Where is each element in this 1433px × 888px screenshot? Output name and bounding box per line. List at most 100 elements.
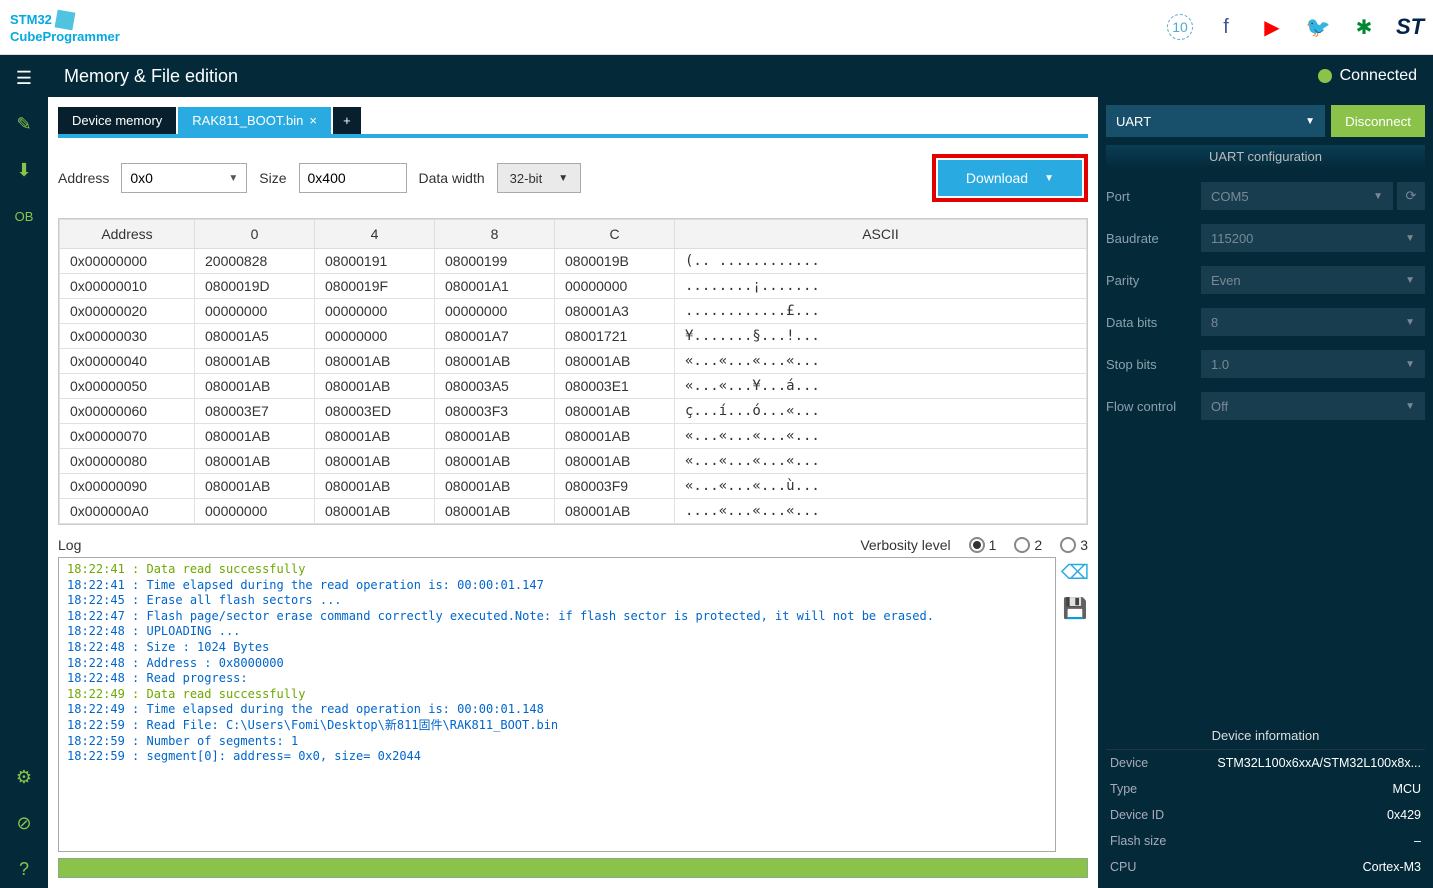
save-log-icon[interactable]: 💾 bbox=[1062, 595, 1088, 621]
verbosity-2[interactable]: 2 bbox=[1014, 537, 1042, 553]
cell-cc[interactable]: 080001AB bbox=[555, 449, 675, 474]
stopbits-select[interactable]: 1.0▼ bbox=[1201, 350, 1425, 378]
twitter-icon[interactable]: 🐦 bbox=[1305, 14, 1331, 40]
cell-c4[interactable]: 080001AB bbox=[315, 424, 435, 449]
databits-select[interactable]: 8▼ bbox=[1201, 308, 1425, 336]
flowcontrol-select[interactable]: Off▼ bbox=[1201, 392, 1425, 420]
tab-device-memory[interactable]: Device memory bbox=[58, 107, 176, 134]
address-input[interactable]: ▼ bbox=[121, 163, 247, 193]
settings-icon[interactable]: ⚙ bbox=[5, 758, 43, 796]
cell-addr[interactable]: 0x00000040 bbox=[60, 349, 195, 374]
cell-c8[interactable]: 080001A1 bbox=[435, 274, 555, 299]
cell-cc[interactable]: 080003E1 bbox=[555, 374, 675, 399]
cell-c0[interactable]: 080001AB bbox=[195, 374, 315, 399]
clear-log-icon[interactable]: ⌫ bbox=[1062, 559, 1088, 585]
verbosity-3[interactable]: 3 bbox=[1060, 537, 1088, 553]
cell-c8[interactable]: 080001AB bbox=[435, 449, 555, 474]
cell-c8[interactable]: 080001AB bbox=[435, 474, 555, 499]
table-row[interactable]: 0x00000070080001AB080001AB080001AB080001… bbox=[60, 424, 1087, 449]
table-row[interactable]: 0x00000060080003E7080003ED080003F3080001… bbox=[60, 399, 1087, 424]
datawidth-select[interactable]: 32-bit ▼ bbox=[497, 163, 581, 193]
refresh-icon[interactable]: ⟳ bbox=[1397, 182, 1425, 210]
cell-c4[interactable]: 080001AB bbox=[315, 349, 435, 374]
cell-ascii[interactable]: ç...í...ó...«... bbox=[675, 399, 1087, 424]
share-icon[interactable]: ✱ bbox=[1351, 14, 1377, 40]
edit-icon[interactable]: ✎ bbox=[5, 105, 43, 143]
cell-c8[interactable]: 080001A7 bbox=[435, 324, 555, 349]
cell-c4[interactable]: 080001AB bbox=[315, 499, 435, 524]
cell-c0[interactable]: 080001AB bbox=[195, 449, 315, 474]
download-button[interactable]: Download ▼ bbox=[938, 160, 1082, 196]
cell-c0[interactable]: 20000828 bbox=[195, 249, 315, 274]
cell-c4[interactable]: 00000000 bbox=[315, 299, 435, 324]
size-field[interactable] bbox=[308, 164, 398, 192]
cell-c0[interactable]: 080003E7 bbox=[195, 399, 315, 424]
cell-c8[interactable]: 00000000 bbox=[435, 299, 555, 324]
cell-cc[interactable]: 080001AB bbox=[555, 399, 675, 424]
table-row[interactable]: 0x000000A000000000080001AB080001AB080001… bbox=[60, 499, 1087, 524]
facebook-icon[interactable]: f bbox=[1213, 14, 1239, 40]
cell-c8[interactable]: 080003F3 bbox=[435, 399, 555, 424]
cell-ascii[interactable]: «...«...«...ù... bbox=[675, 474, 1087, 499]
cell-c8[interactable]: 08000199 bbox=[435, 249, 555, 274]
cell-ascii[interactable]: «...«...«...«... bbox=[675, 349, 1087, 374]
table-row[interactable]: 0x00000020000000000000000000000000080001… bbox=[60, 299, 1087, 324]
memory-table[interactable]: Address 0 4 8 C ASCII 0x0000000020000828… bbox=[58, 218, 1088, 525]
help-icon[interactable]: ? bbox=[5, 850, 43, 888]
cell-c0[interactable]: 0800019D bbox=[195, 274, 315, 299]
cell-cc[interactable]: 0800019B bbox=[555, 249, 675, 274]
address-field[interactable] bbox=[130, 164, 220, 192]
table-row[interactable]: 0x00000030080001A500000000080001A7080017… bbox=[60, 324, 1087, 349]
anniversary-icon[interactable]: 10 bbox=[1167, 14, 1193, 40]
cell-addr[interactable]: 0x00000010 bbox=[60, 274, 195, 299]
table-row[interactable]: 0x00000000200008280800019108000199080001… bbox=[60, 249, 1087, 274]
cell-cc[interactable]: 080001AB bbox=[555, 424, 675, 449]
option-bytes-icon[interactable]: OB bbox=[5, 197, 43, 235]
table-row[interactable]: 0x00000050080001AB080001AB080003A5080003… bbox=[60, 374, 1087, 399]
cell-cc[interactable]: 080003F9 bbox=[555, 474, 675, 499]
cell-addr[interactable]: 0x00000090 bbox=[60, 474, 195, 499]
cell-addr[interactable]: 0x00000030 bbox=[60, 324, 195, 349]
cell-c4[interactable]: 080001AB bbox=[315, 449, 435, 474]
cell-c4[interactable]: 080003ED bbox=[315, 399, 435, 424]
cell-addr[interactable]: 0x000000A0 bbox=[60, 499, 195, 524]
cell-addr[interactable]: 0x00000080 bbox=[60, 449, 195, 474]
log-output[interactable]: 18:22:41 : Data read successfully18:22:4… bbox=[58, 557, 1056, 852]
chevron-down-icon[interactable]: ▼ bbox=[558, 173, 568, 184]
cell-addr[interactable]: 0x00000060 bbox=[60, 399, 195, 424]
connection-type-select[interactable]: UART▼ bbox=[1106, 105, 1325, 137]
disconnect-button[interactable]: Disconnect bbox=[1331, 105, 1425, 137]
cell-ascii[interactable]: (.. ............ bbox=[675, 249, 1087, 274]
port-select[interactable]: COM5▼ bbox=[1201, 182, 1393, 210]
youtube-icon[interactable]: ▶ bbox=[1259, 14, 1285, 40]
cell-c4[interactable]: 0800019F bbox=[315, 274, 435, 299]
verbosity-1[interactable]: 1 bbox=[969, 537, 997, 553]
download-icon[interactable]: ⬇ bbox=[5, 151, 43, 189]
cell-ascii[interactable]: ........¡....... bbox=[675, 274, 1087, 299]
cell-c4[interactable]: 080001AB bbox=[315, 374, 435, 399]
cell-ascii[interactable]: «...«...¥...á... bbox=[675, 374, 1087, 399]
erase-icon[interactable]: ⊘ bbox=[5, 804, 43, 842]
cell-c4[interactable]: 08000191 bbox=[315, 249, 435, 274]
table-row[interactable]: 0x000000100800019D0800019F080001A1000000… bbox=[60, 274, 1087, 299]
cell-cc[interactable]: 08001721 bbox=[555, 324, 675, 349]
cell-cc[interactable]: 00000000 bbox=[555, 274, 675, 299]
cell-addr[interactable]: 0x00000000 bbox=[60, 249, 195, 274]
cell-addr[interactable]: 0x00000020 bbox=[60, 299, 195, 324]
cell-addr[interactable]: 0x00000070 bbox=[60, 424, 195, 449]
parity-select[interactable]: Even▼ bbox=[1201, 266, 1425, 294]
tab-rak811-boot[interactable]: RAK811_BOOT.bin× bbox=[178, 107, 331, 134]
tab-add-button[interactable]: + bbox=[333, 107, 361, 134]
cell-c4[interactable]: 00000000 bbox=[315, 324, 435, 349]
cell-c0[interactable]: 00000000 bbox=[195, 499, 315, 524]
cell-c0[interactable]: 00000000 bbox=[195, 299, 315, 324]
cell-c8[interactable]: 080003A5 bbox=[435, 374, 555, 399]
close-icon[interactable]: × bbox=[309, 113, 317, 128]
cell-c0[interactable]: 080001AB bbox=[195, 349, 315, 374]
table-row[interactable]: 0x00000080080001AB080001AB080001AB080001… bbox=[60, 449, 1087, 474]
cell-cc[interactable]: 080001AB bbox=[555, 349, 675, 374]
cell-c4[interactable]: 080001AB bbox=[315, 474, 435, 499]
chevron-down-icon[interactable]: ▼ bbox=[228, 173, 238, 184]
table-row[interactable]: 0x00000090080001AB080001AB080001AB080003… bbox=[60, 474, 1087, 499]
cell-ascii[interactable]: ....«...«...«... bbox=[675, 499, 1087, 524]
